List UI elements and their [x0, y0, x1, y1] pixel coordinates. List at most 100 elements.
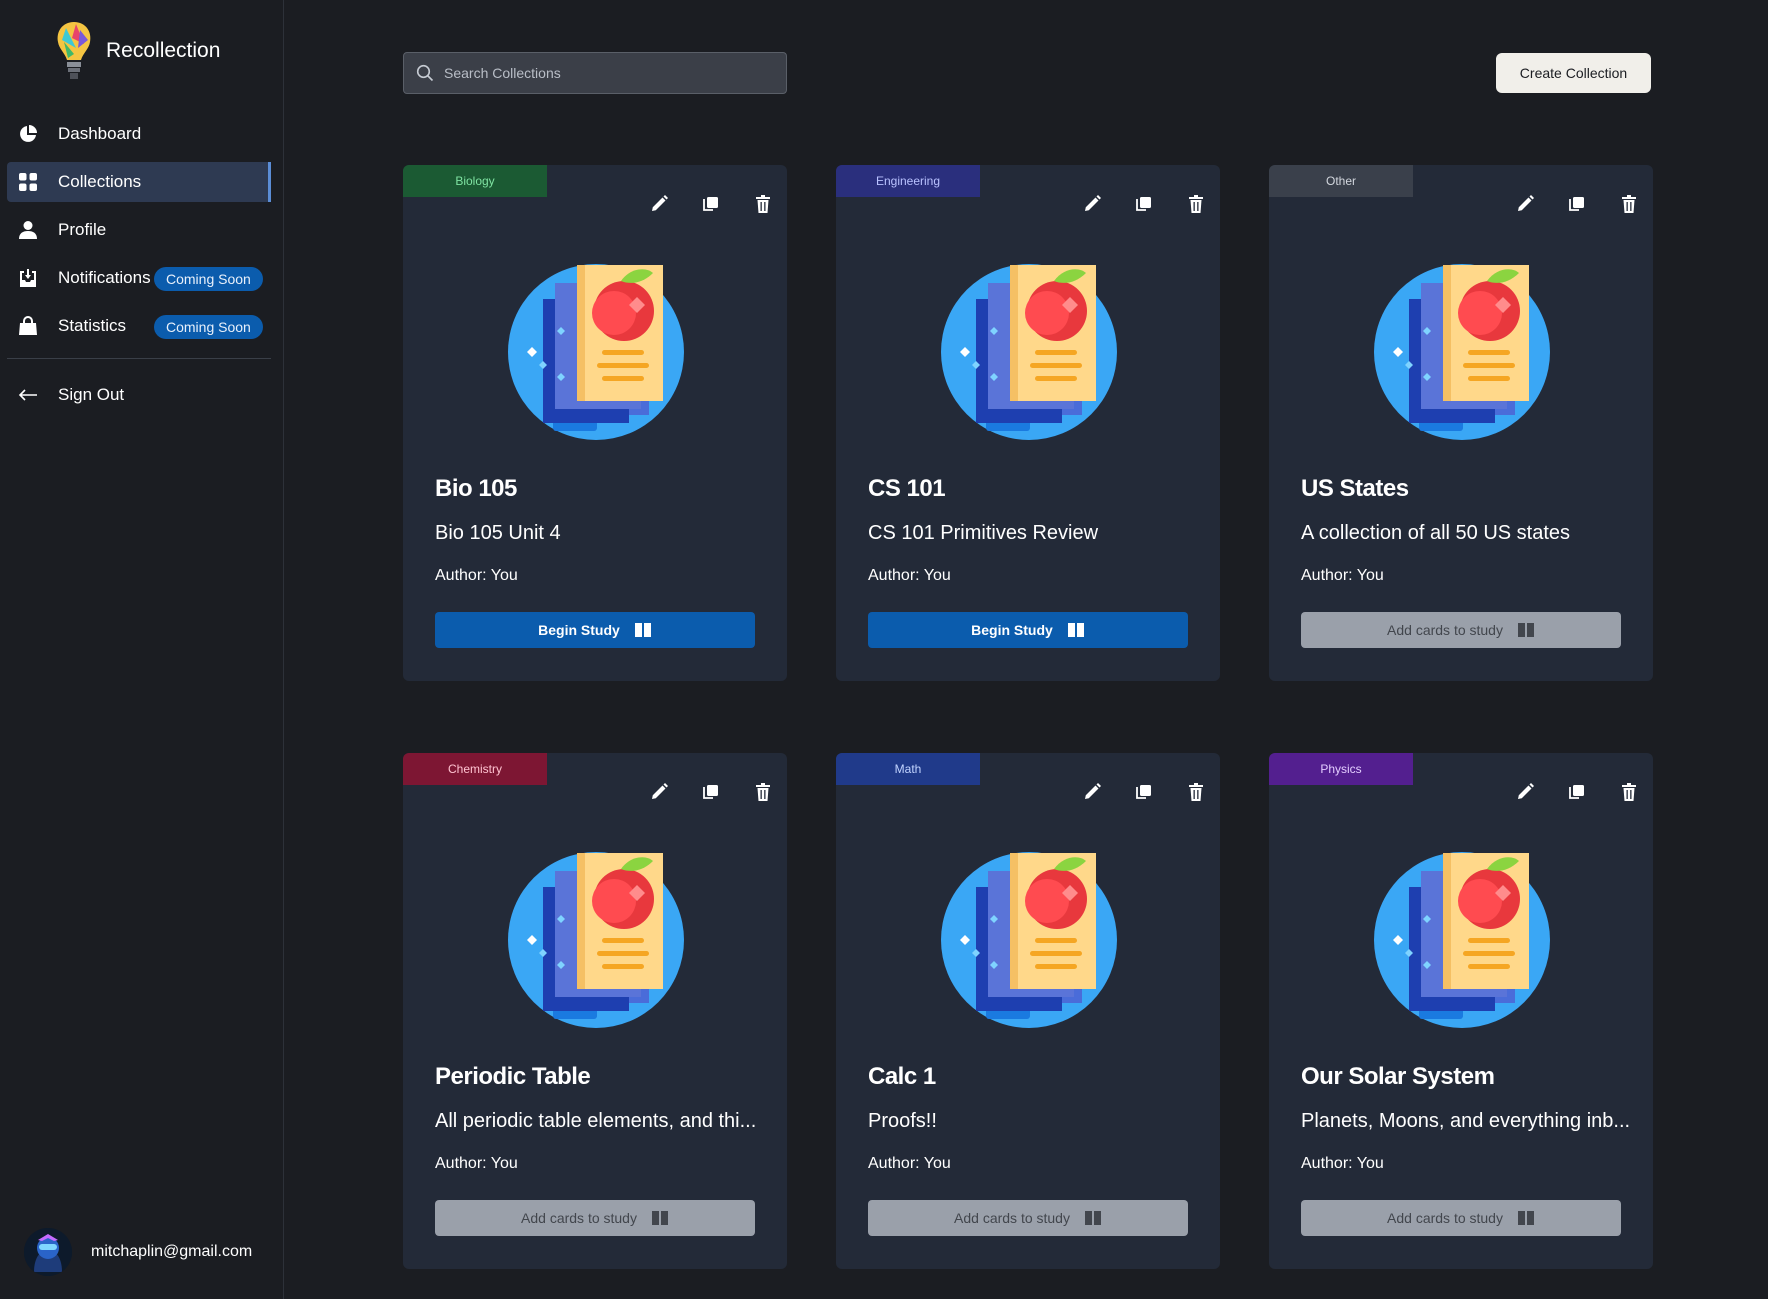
edit-button[interactable] [1066, 187, 1118, 221]
collection-description: All periodic table elements, and thi... [435, 1110, 757, 1132]
card-actions [1499, 775, 1655, 809]
study-button[interactable]: Begin Study [868, 612, 1188, 648]
trash-icon [1189, 783, 1203, 801]
collection-description: Bio 105 Unit 4 [435, 522, 561, 544]
collection-author: Author: You [1301, 1155, 1384, 1172]
sidebar-item-label: Notifications [58, 268, 151, 287]
category-tag: Other [1269, 165, 1413, 197]
sidebar-item-label: Collections [58, 172, 142, 191]
delete-button[interactable] [737, 775, 789, 809]
add-cards-button[interactable]: Add cards to study [1301, 612, 1621, 648]
sidebar-item-collections[interactable]: Collections [7, 162, 271, 202]
edit-icon [652, 195, 668, 211]
collection-description: Proofs!! [868, 1110, 937, 1132]
sidebar-item-notifications[interactable]: Notifications Coming Soon [7, 258, 271, 298]
collection-title: CS 101 [868, 475, 946, 502]
book-open-icon [1084, 1211, 1101, 1225]
trash-icon [756, 783, 770, 801]
book-apple-illustration-icon [941, 264, 1117, 440]
collection-title: Our Solar System [1301, 1063, 1495, 1090]
add-cards-button[interactable]: Add cards to study [868, 1200, 1188, 1236]
edit-icon [1518, 195, 1534, 211]
study-button-label: Add cards to study [1387, 622, 1503, 638]
edit-icon [1518, 783, 1534, 799]
card-actions [1499, 187, 1655, 221]
bag-icon [17, 315, 39, 337]
card-actions [1066, 187, 1222, 221]
user-account[interactable]: mitchaplin@gmail.com [24, 1228, 252, 1276]
sidebar-divider [7, 358, 271, 359]
book-open-icon [1517, 623, 1534, 637]
sidebar-item-statistics[interactable]: Statistics Coming Soon [7, 306, 271, 346]
sidebar-nav: Dashboard Collections Profile Notificati… [7, 114, 271, 423]
duplicate-button[interactable] [1551, 775, 1603, 809]
trash-icon [756, 195, 770, 213]
sidebar-item-label: Profile [58, 220, 107, 239]
delete-button[interactable] [1603, 187, 1655, 221]
sign-out-button[interactable]: Sign Out [7, 375, 271, 415]
sidebar: Recollection Dashboard Collections Profi… [0, 0, 284, 1299]
category-tag: Physics [1269, 753, 1413, 785]
study-button-label: Add cards to study [954, 1210, 1070, 1226]
trash-icon [1622, 783, 1636, 801]
edit-button[interactable] [1499, 187, 1551, 221]
book-open-icon [651, 1211, 668, 1225]
coming-soon-badge: Coming Soon [154, 267, 263, 291]
brand[interactable]: Recollection [54, 18, 220, 84]
collection-title: Periodic Table [435, 1063, 591, 1090]
collection-author: Author: You [1301, 567, 1384, 584]
copy-icon [703, 197, 718, 211]
card-actions [633, 775, 789, 809]
edit-button[interactable] [633, 187, 685, 221]
add-cards-button[interactable]: Add cards to study [1301, 1200, 1621, 1236]
duplicate-button[interactable] [685, 775, 737, 809]
book-open-icon [634, 623, 651, 637]
book-apple-illustration-icon [1374, 264, 1550, 440]
study-button[interactable]: Begin Study [435, 612, 755, 648]
add-cards-button[interactable]: Add cards to study [435, 1200, 755, 1236]
collection-card: Other US States A collection of all 50 U… [1269, 165, 1653, 681]
study-button-label: Add cards to study [1387, 1210, 1503, 1226]
duplicate-button[interactable] [1118, 775, 1170, 809]
edit-button[interactable] [633, 775, 685, 809]
edit-icon [1085, 783, 1101, 799]
duplicate-button[interactable] [1551, 187, 1603, 221]
coming-soon-badge: Coming Soon [154, 315, 263, 339]
search-input[interactable] [444, 65, 764, 81]
collection-author: Author: You [868, 567, 951, 584]
collection-card: Math Calc 1 Proofs!! Author: You Add car… [836, 753, 1220, 1269]
delete-button[interactable] [737, 187, 789, 221]
delete-button[interactable] [1603, 775, 1655, 809]
delete-button[interactable] [1170, 775, 1222, 809]
edit-button[interactable] [1499, 775, 1551, 809]
copy-icon [1136, 785, 1151, 799]
duplicate-button[interactable] [685, 187, 737, 221]
collection-card: Chemistry Periodic Table All periodic ta… [403, 753, 787, 1269]
duplicate-button[interactable] [1118, 187, 1170, 221]
category-tag: Engineering [836, 165, 980, 197]
collection-title: Bio 105 [435, 475, 517, 502]
delete-button[interactable] [1170, 187, 1222, 221]
book-apple-illustration-icon [941, 852, 1117, 1028]
collection-card: Biology Bio 105 Bio 105 Unit 4 Author: Y… [403, 165, 787, 681]
lightbulb-logo-icon [57, 22, 91, 79]
create-collection-button[interactable]: Create Collection [1496, 53, 1651, 93]
grid-icon [17, 171, 39, 193]
search-icon [416, 64, 434, 82]
book-apple-illustration-icon [1374, 852, 1550, 1028]
edit-icon [1085, 195, 1101, 211]
search-box[interactable] [403, 52, 787, 94]
study-button-label: Begin Study [971, 622, 1053, 638]
collection-title: US States [1301, 475, 1409, 502]
edit-button[interactable] [1066, 775, 1118, 809]
collection-author: Author: You [868, 1155, 951, 1172]
app-root: Recollection Dashboard Collections Profi… [0, 0, 1768, 1299]
collection-description: Planets, Moons, and everything inb... [1301, 1110, 1631, 1132]
user-email: mitchaplin@gmail.com [91, 1243, 253, 1260]
sidebar-item-profile[interactable]: Profile [7, 210, 271, 250]
user-icon [17, 219, 39, 241]
edit-icon [652, 783, 668, 799]
sidebar-item-dashboard[interactable]: Dashboard [7, 114, 271, 154]
copy-icon [1136, 197, 1151, 211]
avatar [24, 1228, 72, 1276]
